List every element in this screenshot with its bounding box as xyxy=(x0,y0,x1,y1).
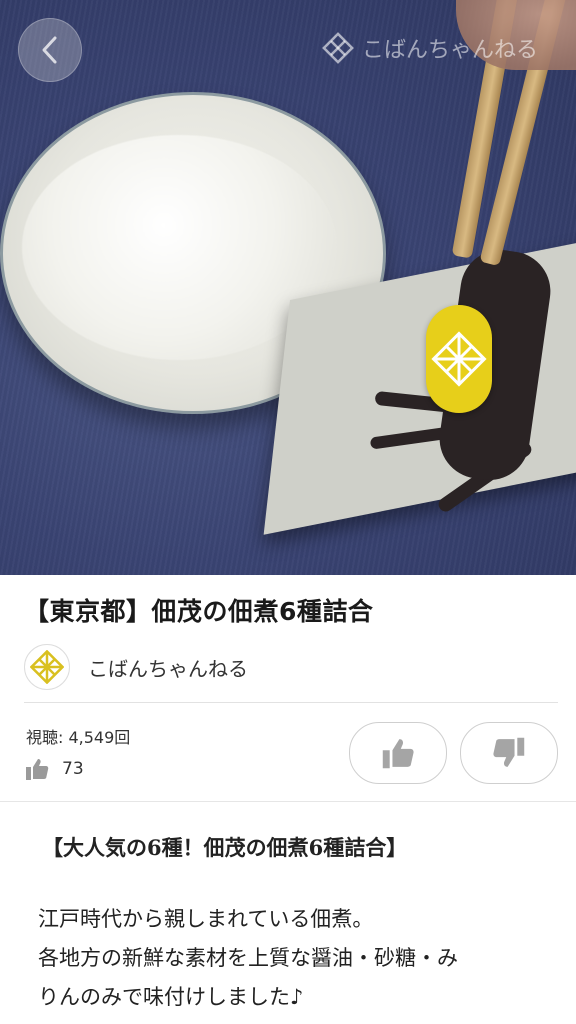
likes-number: 73 xyxy=(62,759,84,779)
diamond-lattice-icon xyxy=(431,331,487,387)
thumbs-up-icon xyxy=(26,759,49,780)
like-button[interactable] xyxy=(349,722,447,784)
thumbs-down-icon xyxy=(493,737,525,767)
channel-fab-button[interactable] xyxy=(426,305,492,413)
chevron-left-icon xyxy=(42,36,57,64)
description-body: 江戸時代から親しまれている佃煮。 各地方の新鮮な素材を上質な醤油・砂糖・み りん… xyxy=(38,900,538,1017)
description-line: りんのみで味付けしました♪ xyxy=(38,985,304,1009)
video-player[interactable]: こばんちゃんねる xyxy=(0,0,576,575)
diamond-lattice-icon xyxy=(322,32,354,64)
thumbs-up-icon xyxy=(382,739,414,769)
description-line: 各地方の新鮮な素材を上質な醤油・砂糖・み xyxy=(38,946,458,970)
watermark-text: こばんちゃんねる xyxy=(362,38,539,63)
back-button[interactable] xyxy=(18,18,82,82)
channel-watermark: こばんちゃんねる xyxy=(322,32,538,64)
diamond-lattice-icon xyxy=(30,650,64,684)
channel-name[interactable]: こばんちゃんねる xyxy=(88,653,248,682)
divider xyxy=(24,702,558,703)
dislike-button[interactable] xyxy=(460,722,558,784)
avatar[interactable] xyxy=(24,644,70,690)
view-count: 視聴: 4,549回 xyxy=(26,728,131,747)
description-heading: 【大人気の6種！佃茂の佃煮6種詰合】 xyxy=(42,835,408,860)
video-title: 【東京都】佃茂の佃煮6種詰合 xyxy=(24,597,374,626)
description-line: 江戸時代から親しまれている佃煮。 xyxy=(38,907,374,931)
divider xyxy=(0,801,576,802)
channel-row[interactable]: こばんちゃんねる xyxy=(24,644,248,690)
like-count: 73 xyxy=(24,757,84,781)
